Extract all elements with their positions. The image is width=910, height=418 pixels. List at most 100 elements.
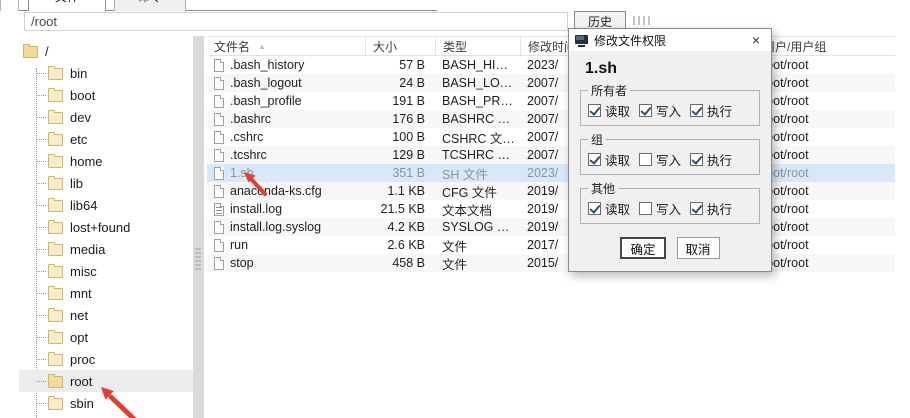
permission-group: 其他读取写入执行 — [580, 180, 760, 224]
checkbox-unchecked-icon — [639, 202, 652, 215]
file-size: 2.6 KB — [365, 238, 435, 252]
tree-item-etc[interactable]: etc — [19, 128, 193, 150]
tree-item-lib64[interactable]: lib64 — [19, 194, 193, 216]
file-type: 文件 — [435, 254, 520, 273]
tree-item-lib[interactable]: lib — [19, 172, 193, 194]
tree-item-label: media — [70, 242, 105, 257]
write-checkbox[interactable]: 写入 — [639, 150, 681, 169]
permission-group: 所有者读取写入执行 — [580, 82, 760, 126]
folder-tree: / bin boot dev etc home lib lib64lost+found med… — [19, 36, 193, 418]
tree-item-net[interactable]: net — [19, 304, 193, 326]
tree-item-sbin[interactable]: sbin — [19, 392, 193, 414]
permission-group: 组读取写入执行 — [580, 131, 760, 175]
address-input[interactable]: /root — [24, 12, 568, 31]
checkbox-label: 执行 — [707, 150, 732, 169]
file-owner: root/root — [755, 166, 895, 180]
file-owner: root/root — [755, 130, 895, 144]
tree-item-label: mnt — [70, 286, 92, 301]
file-size: 458 B — [365, 256, 435, 270]
read-checkbox[interactable]: 读取 — [588, 199, 630, 218]
file-name: 1.sh — [230, 166, 254, 180]
file-size: 129 B — [365, 148, 435, 162]
column-header-size[interactable]: 大小 — [365, 37, 435, 55]
permission-group-label: 其他 — [588, 180, 618, 197]
tab-file[interactable]: 文件 — [28, 0, 106, 11]
tree-item-proc[interactable]: proc — [19, 348, 193, 370]
tree-item-media[interactable]: media — [19, 238, 193, 260]
tree-item-label: boot — [70, 88, 95, 103]
file-row[interactable]: run2.6 KB文件2017/root/root — [207, 236, 895, 254]
file-row[interactable]: .cshrc100 BCSHRC 文…2007/root/root — [207, 128, 895, 146]
file-icon — [214, 221, 224, 234]
tree-item-misc[interactable]: misc — [19, 260, 193, 282]
file-type: TCSHRC … — [435, 148, 520, 162]
close-icon[interactable]: × — [747, 32, 765, 48]
file-row[interactable]: install.log21.5 KB文本文档2019/root/root — [207, 200, 895, 218]
file-list-header: 文件名 ▲ 大小 类型 修改时间 用户/用户组 — [207, 36, 895, 56]
file-size: 1.1 KB — [365, 184, 435, 198]
read-checkbox[interactable]: 读取 — [588, 101, 630, 120]
tree-item-label: lib — [70, 176, 83, 191]
tree-item-opt[interactable]: opt — [19, 326, 193, 348]
tree-item-label: sbin — [70, 396, 94, 411]
exec-checkbox[interactable]: 执行 — [690, 199, 732, 218]
exec-checkbox[interactable]: 执行 — [690, 101, 732, 120]
folder-icon — [48, 222, 63, 234]
folder-icon — [48, 156, 63, 168]
tree-item-root-slash[interactable]: / — [19, 40, 193, 62]
checkbox-checked-icon — [639, 104, 652, 117]
folder-icon — [48, 68, 63, 80]
file-owner: root/root — [755, 256, 895, 270]
file-row[interactable]: install.log.syslog4.2 KBSYSLOG …2019/roo… — [207, 218, 895, 236]
tree-item-label: root — [70, 374, 92, 389]
column-header-owner[interactable]: 用户/用户组 — [755, 37, 895, 55]
permission-groups: 所有者读取写入执行组读取写入执行其他读取写入执行 — [569, 82, 771, 229]
file-row[interactable]: stop458 B文件2015/root/root — [207, 254, 895, 272]
folder-icon — [48, 134, 63, 146]
tree-item-home[interactable]: home — [19, 150, 193, 172]
window-corner-stub — [0, 0, 19, 11]
file-row[interactable]: .tcshrc129 BTCSHRC …2007/root/root — [207, 146, 895, 164]
tree-item-partial[interactable] — [19, 414, 193, 418]
file-name: .bash_profile — [230, 94, 302, 108]
column-header-type[interactable]: 类型 — [435, 37, 520, 55]
file-row[interactable]: .bash_logout24 BBASH_LO…2007/root/root — [207, 74, 895, 92]
write-checkbox[interactable]: 写入 — [639, 199, 681, 218]
folder-icon — [48, 354, 63, 366]
drag-grip-icon — [633, 16, 650, 25]
file-row[interactable]: .bashrc176 BBASHRC …2007/root/root — [207, 110, 895, 128]
tree-item-label: opt — [70, 330, 88, 345]
ok-button[interactable]: 确定 — [620, 237, 665, 259]
cancel-button[interactable]: 取消 — [677, 237, 720, 259]
tree-item-dev[interactable]: dev — [19, 106, 193, 128]
file-owner: root/root — [755, 202, 895, 216]
tree-item-mnt[interactable]: mnt — [19, 282, 193, 304]
dialog-filename: 1.sh — [585, 60, 771, 78]
address-bar: /root 历史 — [0, 11, 910, 36]
tree-item-label: etc — [70, 132, 87, 147]
file-row[interactable]: anaconda-ks.cfg1.1 KBCFG 文件2019/root/roo… — [207, 182, 895, 200]
checkbox-unchecked-icon — [639, 153, 652, 166]
tree-item-label: / — [45, 44, 49, 59]
tree-item-lost+found[interactable]: lost+found — [19, 216, 193, 238]
checkbox-checked-icon — [690, 153, 703, 166]
dialog-title: 修改文件权限 — [594, 32, 741, 49]
dialog-title-bar[interactable]: 修改文件权限 × — [569, 29, 771, 51]
tree-item-root[interactable]: root — [19, 370, 193, 392]
write-checkbox[interactable]: 写入 — [639, 101, 681, 120]
tree-scrollbar[interactable] — [193, 36, 204, 418]
file-row[interactable]: .bash_history57 BBASH_HI…2023/root/root — [207, 56, 895, 74]
tab-strip: 文件 命令 — [0, 0, 910, 11]
file-icon — [214, 239, 224, 252]
tab-command[interactable]: 命令 — [114, 0, 186, 11]
file-owner: root/root — [755, 238, 895, 252]
read-checkbox[interactable]: 读取 — [588, 150, 630, 169]
tree-item-bin[interactable]: bin — [19, 62, 193, 84]
column-header-filename[interactable]: 文件名 ▲ — [207, 37, 365, 55]
file-owner: root/root — [755, 76, 895, 90]
exec-checkbox[interactable]: 执行 — [690, 150, 732, 169]
file-row[interactable]: 1.sh351 BSH 文件2023/root/root — [207, 164, 895, 182]
folder-icon — [23, 46, 38, 58]
tree-item-boot[interactable]: boot — [19, 84, 193, 106]
file-row[interactable]: .bash_profile191 BBASH_PR…2007/root/root — [207, 92, 895, 110]
